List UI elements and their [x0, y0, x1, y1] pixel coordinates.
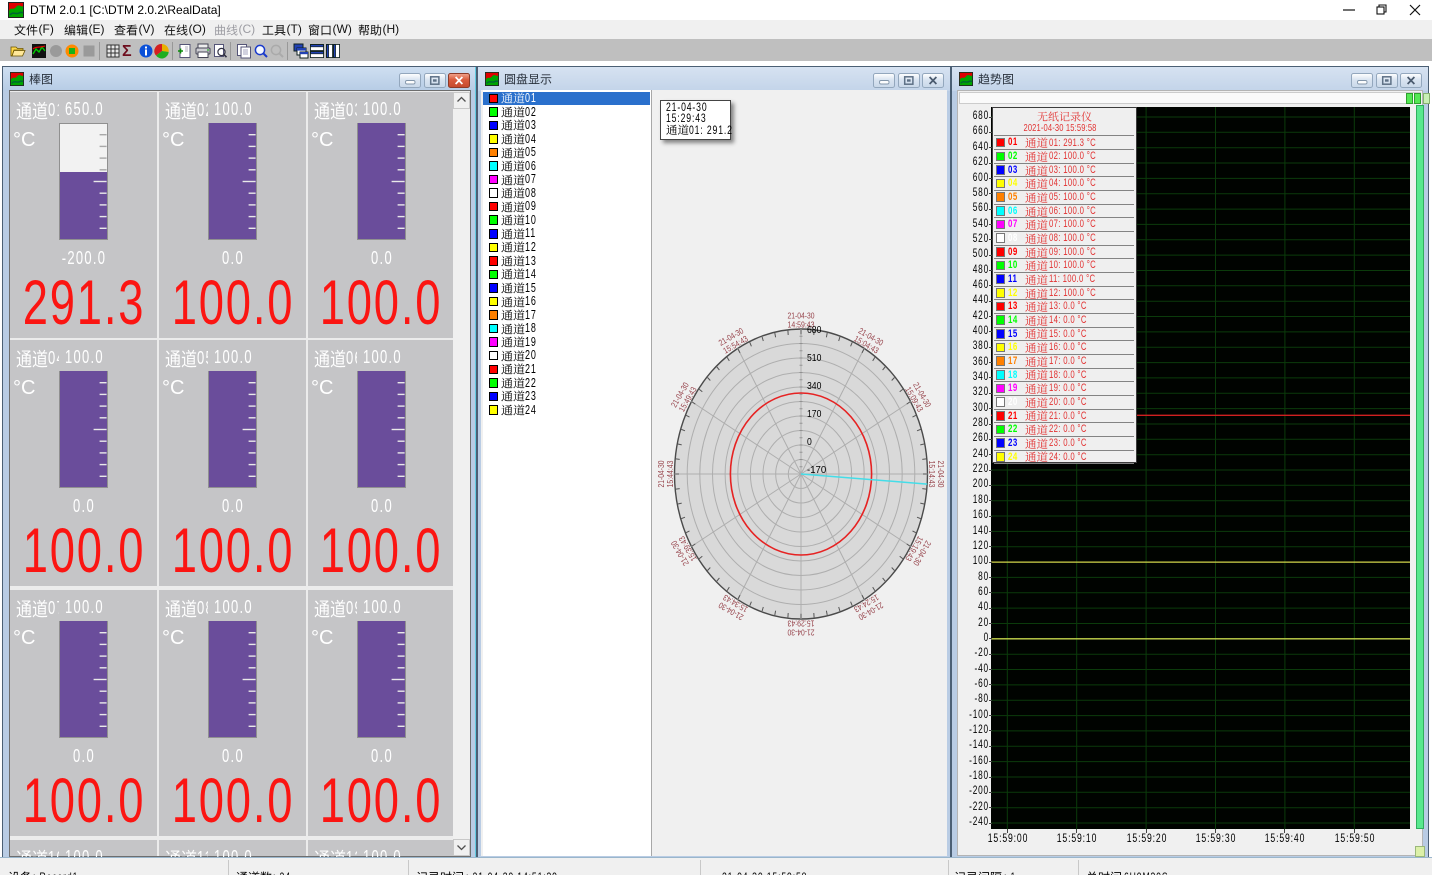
svg-text:-170: -170: [807, 464, 826, 476]
svg-text:340: 340: [807, 380, 822, 392]
svg-text:680: 680: [807, 324, 822, 336]
svg-text:21-04-3015:29:43: 21-04-3015:29:43: [787, 619, 814, 638]
svg-text:510: 510: [807, 352, 822, 364]
svg-text:170: 170: [807, 408, 822, 420]
svg-text:0: 0: [807, 436, 812, 448]
svg-text:21-04-3015:44:43: 21-04-3015:44:43: [656, 460, 675, 487]
